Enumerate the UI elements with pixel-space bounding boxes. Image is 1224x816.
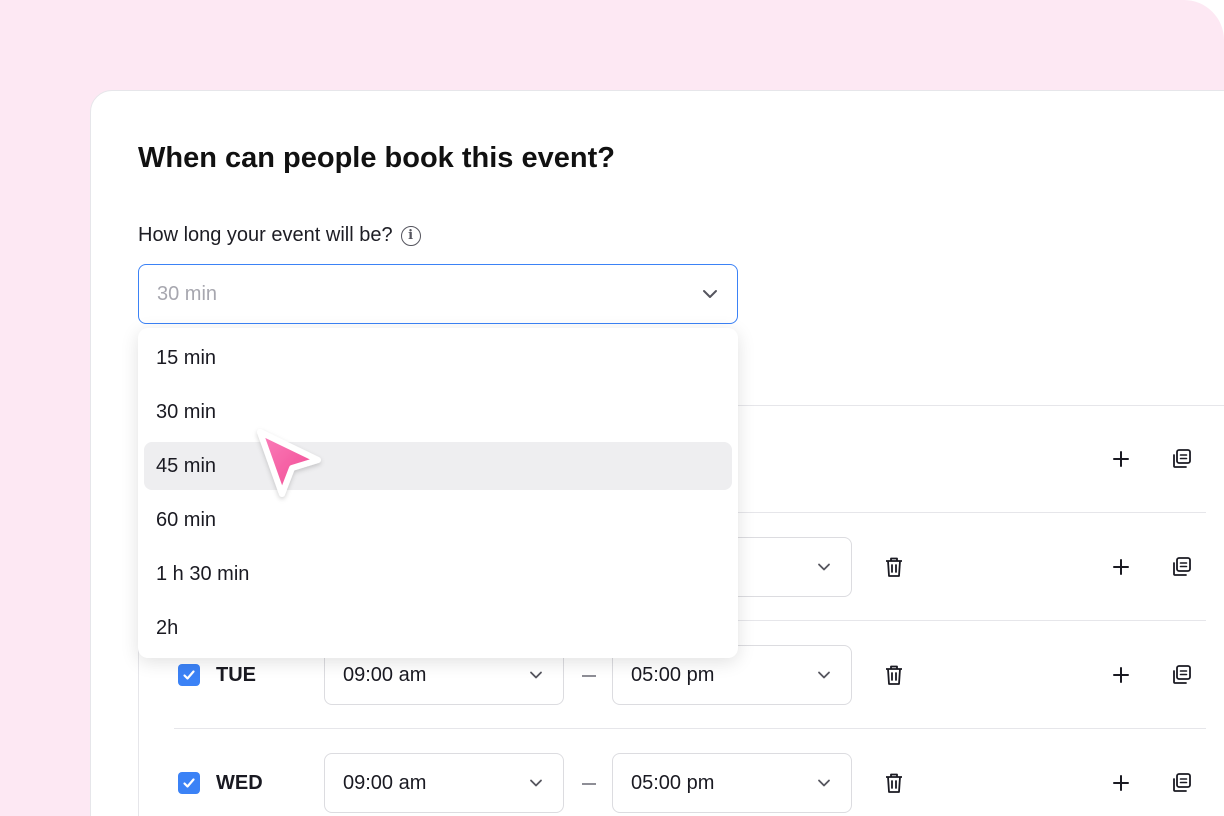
end-time-value: 05:00 pm [631,663,715,686]
chevron-down-icon [818,779,830,787]
trash-icon[interactable] [882,771,906,795]
dropdown-option[interactable]: 30 min [144,388,732,436]
day-label: TUE [216,664,256,686]
copy-icon[interactable] [1170,663,1194,687]
end-time-select[interactable]: 05:00 pm [612,753,852,813]
day-checkbox[interactable] [178,664,200,686]
pointer-cursor-icon [257,429,321,497]
copy-icon[interactable] [1170,771,1194,795]
time-range-dash [582,783,596,785]
add-icon[interactable] [1109,555,1133,579]
chevron-down-icon [530,779,542,787]
chevron-down-icon [818,563,830,571]
trash-icon[interactable] [882,663,906,687]
start-time-select[interactable]: 09:00 am [324,753,564,813]
dropdown-option[interactable]: 2h [144,604,732,652]
day-checkbox[interactable] [178,772,200,794]
start-time-value: 09:00 am [343,663,427,686]
chevron-down-icon [818,671,830,679]
check-icon [183,778,195,788]
start-time-value: 09:00 am [343,771,427,794]
add-icon[interactable] [1109,447,1133,471]
page-title: When can people book this event? [138,142,615,174]
info-icon[interactable]: i [400,225,421,246]
dropdown-option[interactable]: 15 min [144,334,732,382]
dropdown-option[interactable]: 1 h 30 min [144,550,732,598]
copy-icon[interactable] [1170,447,1194,471]
dropdown-option-hovered[interactable]: 45 min [144,442,732,490]
duration-select[interactable]: 30 min [138,264,738,324]
add-icon[interactable] [1109,663,1133,687]
time-range-dash [582,675,596,677]
dropdown-option[interactable]: 60 min [144,496,732,544]
add-icon[interactable] [1109,771,1133,795]
duration-dropdown-menu: 15 min 30 min 45 min 60 min 1 h 30 min 2… [138,328,738,658]
chevron-down-icon [530,671,542,679]
trash-icon[interactable] [882,555,906,579]
duration-label-text: How long your event will be? [138,224,393,246]
duration-select-value: 30 min [157,282,218,305]
day-label: WED [216,772,263,794]
check-icon [183,670,195,680]
duration-label: How long your event will be? i [138,224,421,247]
end-time-value: 05:00 pm [631,771,715,794]
copy-icon[interactable] [1170,555,1194,579]
chevron-down-icon [703,290,717,298]
